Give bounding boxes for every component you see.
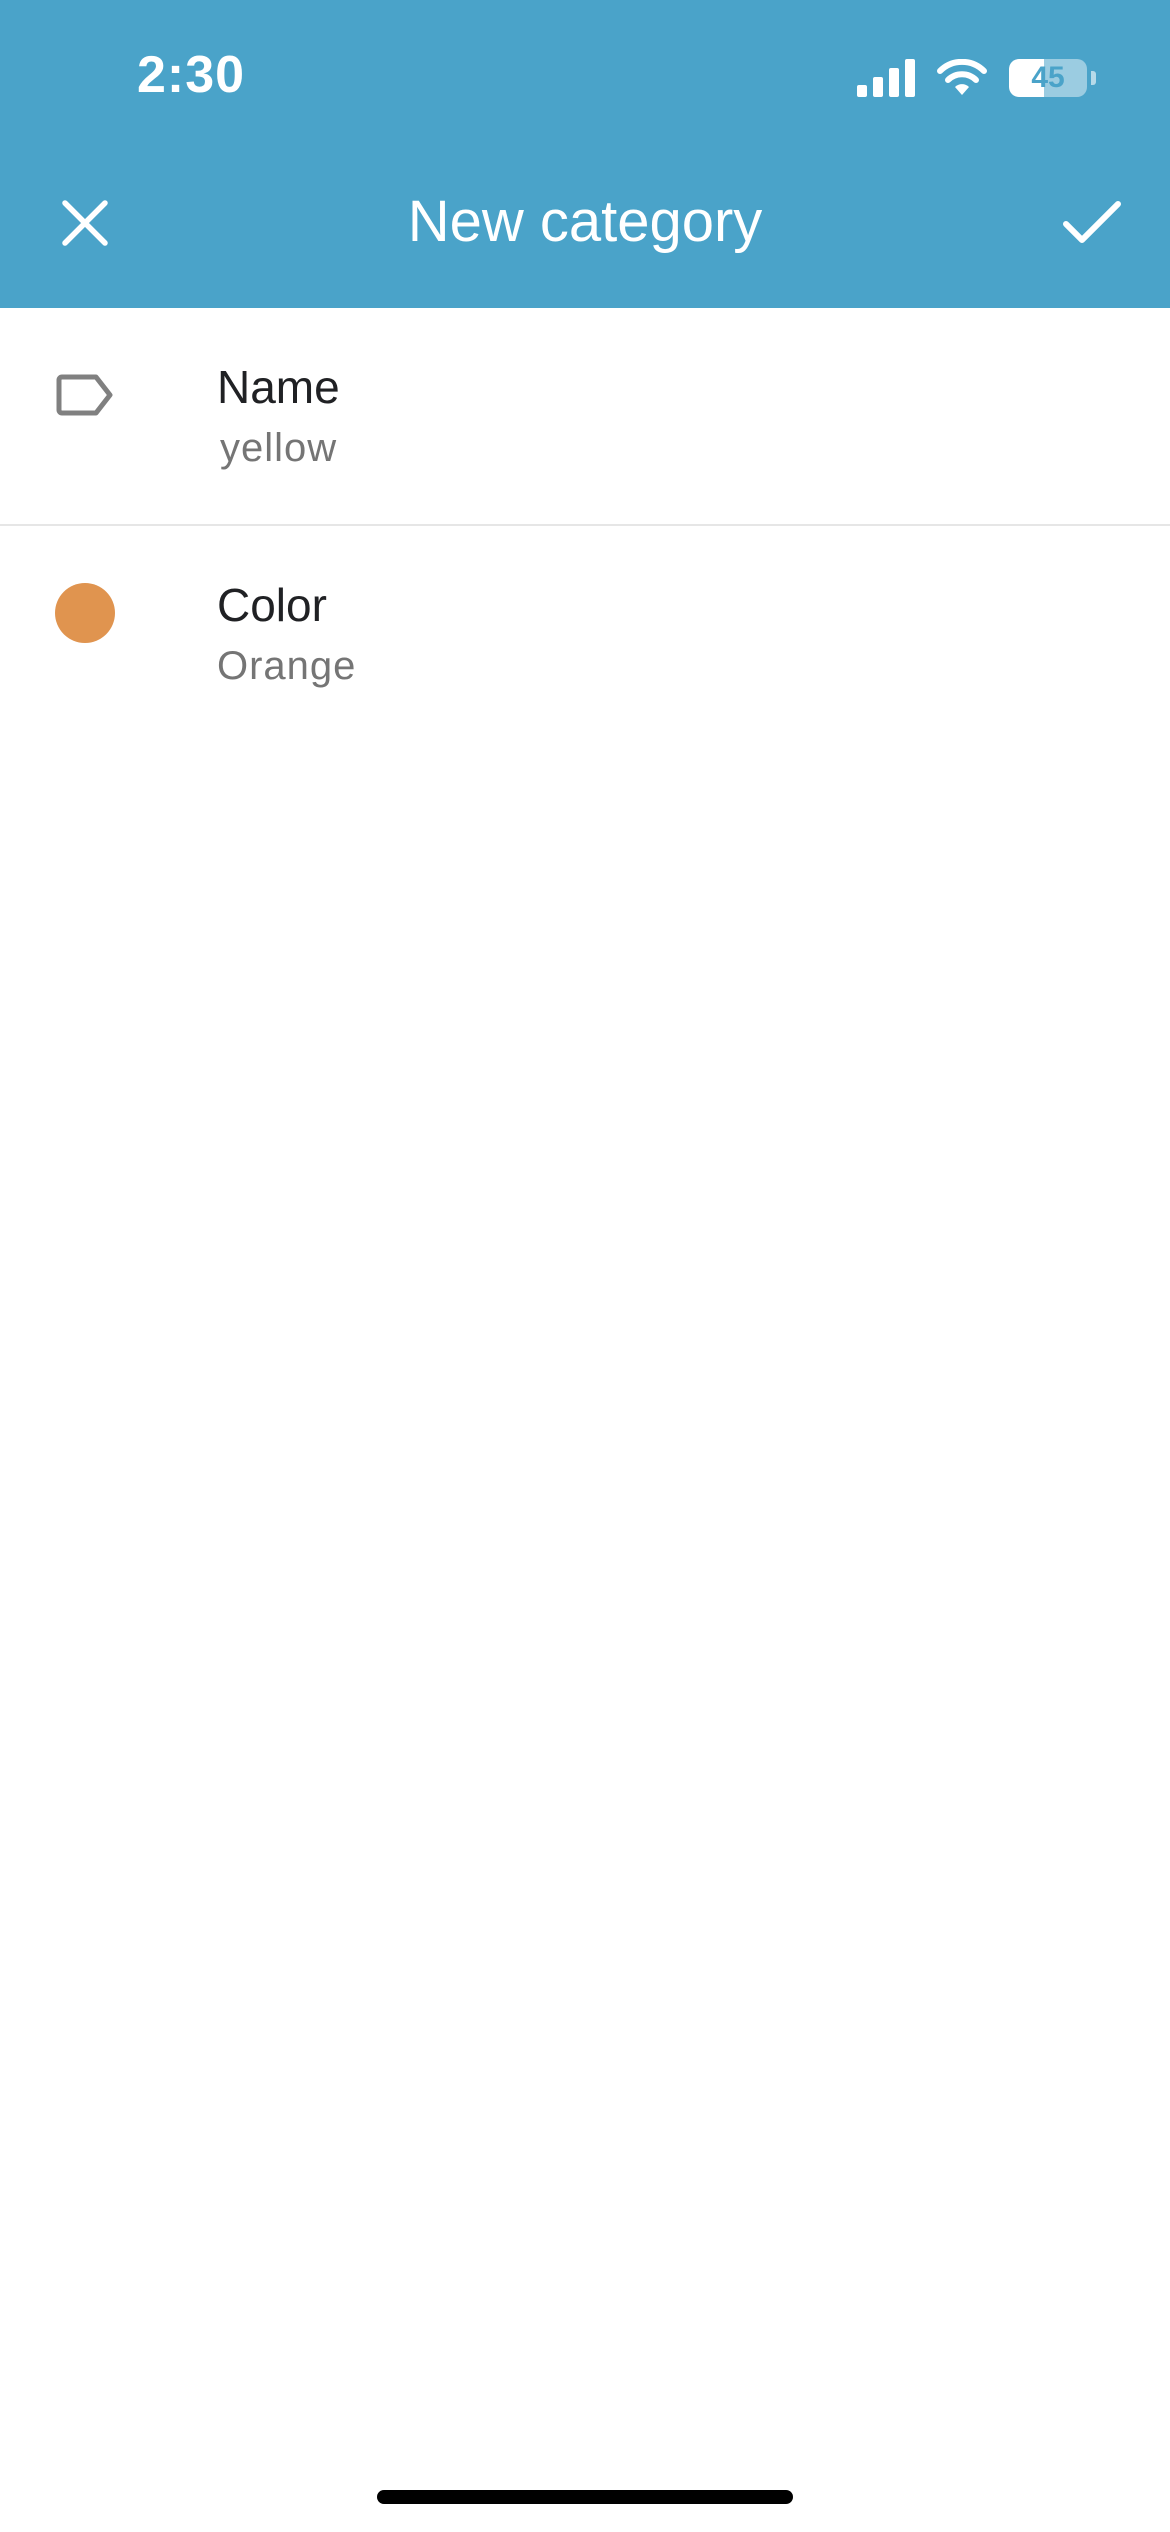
wifi-icon (937, 59, 987, 97)
color-value: Orange (217, 644, 357, 688)
color-field-row[interactable]: Color Orange (0, 526, 1170, 742)
cellular-signal-icon (857, 59, 915, 97)
home-indicator[interactable] (377, 2490, 793, 2504)
label-tag-icon (54, 364, 116, 426)
name-value: yellow (220, 426, 338, 470)
page-title: New category (407, 189, 763, 254)
status-time: 2:30 (137, 46, 246, 104)
check-icon (1063, 201, 1121, 243)
battery-cap (1091, 71, 1096, 85)
name-label: Name (217, 361, 340, 413)
battery-percentage: 45 (1031, 61, 1065, 94)
color-label: Color (217, 579, 327, 631)
color-swatch (55, 583, 115, 643)
battery-icon: 45 (1009, 59, 1087, 97)
color-swatch-icon (54, 582, 116, 644)
save-button[interactable] (1052, 190, 1132, 256)
top-bar: 2:30 45 New category (0, 0, 1170, 308)
name-field-row[interactable]: Name yellow (0, 308, 1170, 524)
status-icons: 45 (857, 56, 1096, 100)
